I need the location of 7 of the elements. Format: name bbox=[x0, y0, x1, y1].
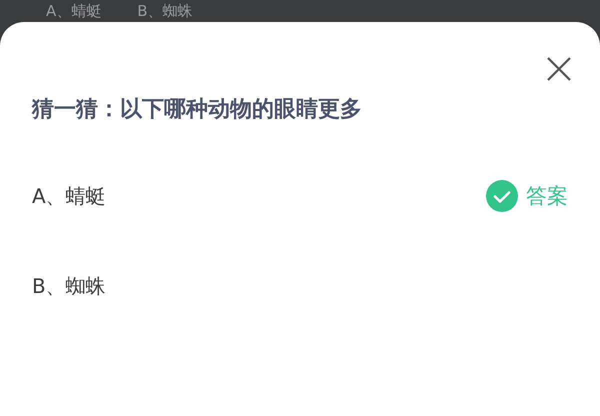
background-option-text: A、蜻蜓 bbox=[46, 2, 102, 20]
background-option-text: B、蜘蛛 bbox=[137, 2, 193, 20]
answer-option[interactable]: B、蜘蛛 bbox=[32, 272, 106, 300]
check-icon bbox=[486, 180, 518, 212]
question-title: 猜一猜：以下哪种动物的眼睛更多 bbox=[32, 96, 363, 124]
answer-tag: 答案 bbox=[526, 182, 568, 210]
answer-option[interactable]: A、蜻蜓 bbox=[32, 182, 106, 210]
